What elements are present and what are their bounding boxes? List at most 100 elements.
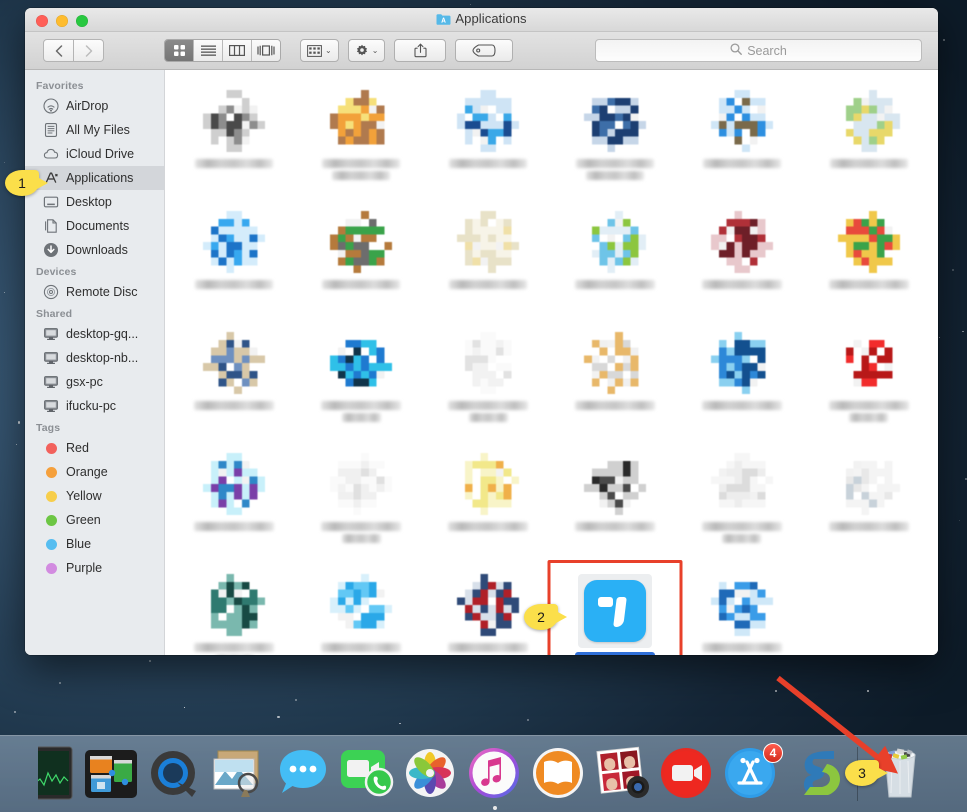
- action-button[interactable]: ⌄: [348, 39, 386, 62]
- arrange-button[interactable]: ⌄: [300, 39, 339, 62]
- list-view-button[interactable]: [194, 40, 223, 61]
- app-grid-item[interactable]: [678, 568, 805, 655]
- app-grid-item[interactable]: [805, 84, 932, 205]
- tags-button[interactable]: [455, 39, 513, 62]
- app-grid-item[interactable]: [171, 568, 298, 655]
- app-grid-item[interactable]: [298, 568, 425, 655]
- app-grid-item[interactable]: [171, 326, 298, 447]
- downloads-icon: [43, 242, 59, 258]
- sidebar-item-purple[interactable]: Purple: [25, 556, 164, 580]
- sidebar-section-header: Devices: [25, 262, 164, 280]
- dock-item-screen-recorder[interactable]: [658, 745, 716, 803]
- dock-item-preview[interactable]: [210, 745, 268, 803]
- sidebar-item-downloads[interactable]: Downloads: [25, 238, 164, 262]
- column-view-button[interactable]: [223, 40, 252, 61]
- app-icon-blurred: [838, 332, 900, 394]
- dock-item-activity-monitor[interactable]: [38, 745, 76, 803]
- sidebar-item-yellow[interactable]: Yellow: [25, 484, 164, 508]
- sidebar-item-all-my-files[interactable]: All My Files: [25, 118, 164, 142]
- app-grid-item[interactable]: [678, 84, 805, 205]
- app-grid-item[interactable]: [425, 447, 552, 568]
- dock-item-mission-control[interactable]: [82, 745, 140, 803]
- sidebar-item-label: Blue: [66, 537, 91, 551]
- app-grid-item[interactable]: [552, 205, 679, 326]
- finder-toolbar: ⌄ ⌄: [25, 32, 938, 70]
- app-grid-item[interactable]: [171, 447, 298, 568]
- app-label-blurred: [191, 643, 277, 655]
- app-icon-blurred: [711, 211, 773, 273]
- sidebar-item-desktop-gq[interactable]: desktop-gq...: [25, 322, 164, 346]
- dock-item-itunes[interactable]: [466, 745, 524, 803]
- app-label-blurred: [699, 522, 785, 543]
- app-label-blurred: [572, 280, 658, 289]
- sidebar-item-label: Downloads: [66, 243, 128, 257]
- app-grid-item[interactable]: [678, 326, 805, 447]
- dock-item-photo-booth[interactable]: [594, 745, 652, 803]
- app-label-blurred: [191, 159, 277, 168]
- app-icon-blurred: [330, 332, 392, 394]
- app-icon-blurred: [838, 90, 900, 152]
- dock-item-quicktime-player[interactable]: [146, 745, 204, 803]
- file-grid-area[interactable]: WondershareTunesGo: [165, 70, 938, 655]
- tag-dot-icon: [43, 536, 59, 552]
- sidebar-item-blue[interactable]: Blue: [25, 532, 164, 556]
- sidebar-item-orange[interactable]: Orange: [25, 460, 164, 484]
- back-button[interactable]: [43, 39, 74, 62]
- app-label-blurred: [826, 401, 912, 422]
- app-grid-item[interactable]: [298, 447, 425, 568]
- app-label-line: [586, 171, 644, 180]
- app-grid-item[interactable]: [171, 205, 298, 326]
- cover-flow-view-button[interactable]: [252, 40, 280, 61]
- sidebar-item-gsx-pc[interactable]: gsx-pc: [25, 370, 164, 394]
- app-grid-item[interactable]: [805, 326, 932, 447]
- app-icon-blurred: [457, 332, 519, 394]
- app-grid-item[interactable]: [171, 84, 298, 205]
- sidebar-item-desktop-nb[interactable]: desktop-nb...: [25, 346, 164, 370]
- sidebar-item-desktop[interactable]: Desktop: [25, 190, 164, 214]
- app-label-line: [576, 159, 654, 168]
- app-grid-item[interactable]: [425, 84, 552, 205]
- app-label-line: [322, 159, 400, 168]
- dock-item-photos[interactable]: [402, 745, 460, 803]
- window-titlebar[interactable]: Applications: [25, 8, 938, 32]
- icon-view-button[interactable]: [165, 40, 194, 61]
- app-grid-item[interactable]: [805, 447, 932, 568]
- app-grid-item[interactable]: [805, 205, 932, 326]
- app-grid-item[interactable]: [552, 447, 679, 568]
- forward-button[interactable]: [74, 39, 104, 62]
- sidebar-item-red[interactable]: Red: [25, 436, 164, 460]
- sidebar-item-green[interactable]: Green: [25, 508, 164, 532]
- sidebar-item-label: Green: [66, 513, 101, 527]
- dock-item-facetime[interactable]: [338, 745, 396, 803]
- callout-step-3: 3: [845, 760, 879, 786]
- app-grid-item[interactable]: [425, 205, 552, 326]
- callout-number: 2: [537, 609, 545, 625]
- tag-dot-icon: [43, 488, 59, 504]
- sidebar-item-airdrop[interactable]: AirDrop: [25, 94, 164, 118]
- sidebar-item-ifucku-pc[interactable]: ifucku-pc: [25, 394, 164, 418]
- app-label-line: [195, 159, 273, 168]
- dock-item-ibooks[interactable]: [530, 745, 588, 803]
- app-grid-item-wondershare-tunesgo[interactable]: WondershareTunesGo: [552, 568, 679, 655]
- search-input[interactable]: Search: [595, 39, 922, 62]
- view-mode-segmented-control[interactable]: [164, 39, 281, 62]
- dock-item-messages[interactable]: [274, 745, 332, 803]
- app-grid-item[interactable]: [298, 326, 425, 447]
- app-label-blurred: [572, 159, 658, 180]
- sidebar-item-icloud-drive[interactable]: iCloud Drive: [25, 142, 164, 166]
- app-grid-item[interactable]: [298, 84, 425, 205]
- applications-folder-icon: [436, 13, 451, 29]
- app-icon-blurred: [330, 90, 392, 152]
- app-grid-item[interactable]: [678, 447, 805, 568]
- app-grid-item[interactable]: [425, 326, 552, 447]
- share-button[interactable]: [394, 39, 446, 62]
- app-icon-blurred: [584, 453, 646, 515]
- sidebar-item-remote-disc[interactable]: Remote Disc: [25, 280, 164, 304]
- app-label-blurred: [445, 280, 531, 289]
- app-grid-item[interactable]: [552, 326, 679, 447]
- app-grid-item[interactable]: [678, 205, 805, 326]
- app-grid-item[interactable]: [552, 84, 679, 205]
- app-grid-item[interactable]: [298, 205, 425, 326]
- sidebar-item-documents[interactable]: Documents: [25, 214, 164, 238]
- app-icon-blurred: [457, 574, 519, 636]
